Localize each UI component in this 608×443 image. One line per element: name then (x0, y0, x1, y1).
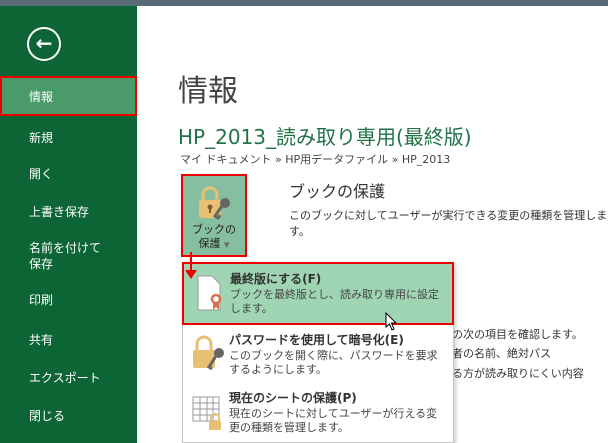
menu-item-description: このブックを開く際に、パスワードを要求するようにします。 (229, 349, 438, 376)
menu-item-description: 現在のシートに対してユーザーが行える変更の種類を管理します。 (229, 407, 438, 434)
lock-key-icon (193, 335, 224, 371)
document-title: HP_2013_読み取り専用(最終版) (178, 125, 472, 149)
sidebar-item-new[interactable]: 新規 (0, 120, 137, 154)
menu-item-description: ブックを最終版とし、読み取り専用に設定します。 (230, 288, 439, 315)
backstage-sidebar: ← 情報 新規 開く 上書き保存 名前を付けて 保存 印刷 共有 エクスポート … (0, 6, 137, 443)
section-description: このブックに対してユーザーが実行できる変更の種類を管理します。 (289, 209, 608, 238)
menu-item-title: パスワードを使用して暗号化(E) (229, 333, 404, 347)
menu-item-encrypt-with-password[interactable]: パスワードを使用して暗号化(E) このブックを開く際に、パスワードを要求するよう… (183, 325, 453, 385)
sidebar-item-label: 印刷 (29, 292, 54, 307)
back-arrow-icon[interactable]: ← (27, 27, 61, 61)
page-title: 情報 (178, 74, 238, 109)
section-title: ブックの保護 (289, 182, 386, 201)
protect-button-label-2-text: 保護 (198, 237, 221, 250)
sheet-lock-icon (192, 396, 221, 430)
sidebar-item-label: 共有 (29, 332, 54, 347)
protect-workbook-menu: 最終版にする(F) ブックを最終版とし、読み取り専用に設定します。 パスワードを… (182, 262, 454, 443)
inspect-text-fragment: 者の名前、絶対パス (452, 347, 551, 360)
sidebar-item-save-as[interactable]: 名前を付けて 保存 (0, 234, 137, 278)
final-document-icon (197, 275, 222, 311)
menu-item-title: 最終版にする(F) (230, 272, 322, 286)
menu-item-protect-current-sheet[interactable]: 現在のシートの保護(P) 現在のシートに対してユーザーが行える変更の種類を管理し… (183, 383, 453, 443)
sidebar-item-export[interactable]: エクスポート (0, 360, 137, 394)
sidebar-item-share[interactable]: 共有 (0, 322, 137, 356)
sidebar-item-label: 新規 (29, 130, 54, 145)
sidebar-item-label: 開く (29, 166, 54, 181)
sidebar-item-info[interactable]: 情報 (0, 76, 137, 116)
mouse-cursor-icon (385, 312, 398, 331)
sidebar-item-open[interactable]: 開く (0, 156, 137, 190)
menu-item-title: 現在のシートの保護(P) (229, 391, 357, 405)
protect-workbook-button[interactable]: ブックの 保護 ▼ (181, 174, 247, 257)
annotation-arrow-head-icon (185, 270, 197, 279)
sidebar-item-close[interactable]: 閉じる (0, 398, 137, 432)
dropdown-arrow-icon: ▼ (224, 241, 230, 249)
sidebar-item-label: 名前を付けて 保存 (29, 241, 102, 271)
breadcrumb: マイ ドキュメント » HP用データファイル » HP_2013 (180, 153, 451, 166)
lock-key-icon (199, 186, 230, 221)
annotation-arrow (190, 252, 192, 272)
protect-button-label-2: 保護 ▼ (183, 237, 245, 252)
sidebar-item-save[interactable]: 上書き保存 (0, 194, 137, 228)
menu-item-mark-as-final[interactable]: 最終版にする(F) ブックを最終版とし、読み取り専用に設定します。 (182, 262, 454, 325)
sidebar-item-label: 上書き保存 (29, 204, 90, 219)
inspect-text-fragment: る方が読み取りにくい内容 (452, 367, 584, 380)
sidebar-item-label: 閉じる (29, 408, 66, 423)
protect-button-label-1: ブックの (192, 223, 236, 236)
sidebar-item-label: 情報 (29, 89, 54, 104)
sidebar-item-print[interactable]: 印刷 (0, 282, 137, 316)
inspect-text-fragment: の次の項目を確認します。 (452, 328, 583, 341)
sidebar-item-label: エクスポート (29, 370, 101, 385)
